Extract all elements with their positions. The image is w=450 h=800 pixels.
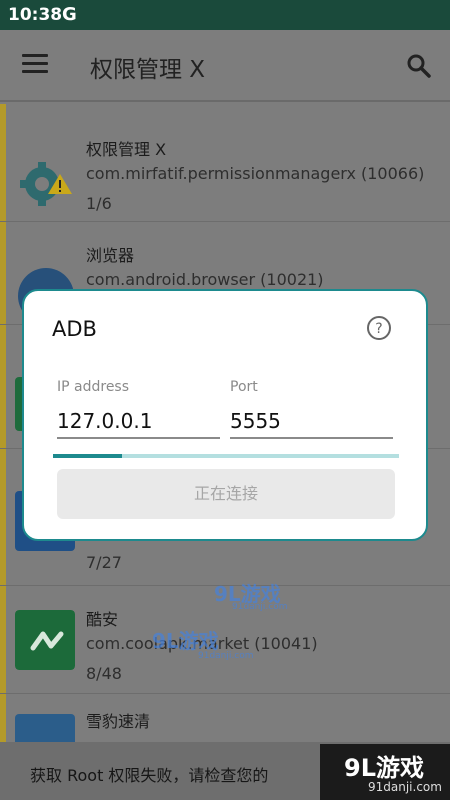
port-underline bbox=[230, 437, 393, 439]
app-name: 雪豹速清 bbox=[86, 712, 151, 731]
watermark-logo: 9L游戏 bbox=[344, 754, 424, 782]
watermark-url: 91danji.com bbox=[198, 651, 254, 661]
coolapk-icon bbox=[15, 610, 75, 670]
ip-address-field[interactable]: 127.0.0.1 bbox=[57, 409, 152, 433]
ip-address-underline bbox=[57, 437, 220, 439]
gear-warning-icon bbox=[20, 162, 72, 206]
status-bar: 10:38 G bbox=[0, 0, 450, 30]
app-permission-count: 8/48 bbox=[86, 664, 122, 683]
help-icon[interactable]: ? bbox=[366, 315, 392, 341]
app-name: 权限管理 X bbox=[86, 140, 167, 159]
port-field[interactable]: 5555 bbox=[230, 409, 281, 433]
search-icon[interactable] bbox=[406, 53, 432, 79]
watermark-logo: 9L游戏 bbox=[152, 629, 219, 653]
cleaner-icon bbox=[15, 714, 75, 744]
app-package: com.mirfatif.permissionmanagerx (10066) bbox=[86, 164, 425, 183]
status-time: 10:38 bbox=[8, 5, 63, 25]
dialog-title: ADB bbox=[52, 317, 97, 341]
port-label: Port bbox=[230, 379, 258, 395]
list-item[interactable]: 雪豹速清 bbox=[0, 694, 450, 744]
connection-progress-bar bbox=[53, 454, 399, 458]
snackbar-message: 获取 Root 权限失败，请检查您的 bbox=[30, 766, 269, 785]
svg-text:?: ? bbox=[375, 321, 382, 337]
list-item[interactable]: 权限管理 X com.mirfatif.permissionmanagerx (… bbox=[0, 116, 450, 222]
app-permission-count: 1/6 bbox=[86, 194, 112, 213]
app-package: com.android.browser (10021) bbox=[86, 270, 324, 289]
app-permission-count: 7/27 bbox=[86, 553, 122, 572]
app-name: 浏览器 bbox=[86, 246, 135, 265]
app-bar: 权限管理 X bbox=[0, 30, 450, 102]
watermark-url: 91danji.com bbox=[368, 780, 442, 794]
app-name: 酷安 bbox=[86, 610, 119, 629]
watermark-url: 91danji.com bbox=[232, 602, 288, 612]
progress-fill bbox=[53, 454, 123, 458]
ip-address-label: IP address bbox=[57, 379, 130, 395]
connect-button[interactable]: 正在连接 bbox=[57, 469, 395, 519]
page-title: 权限管理 X bbox=[90, 57, 206, 83]
google-notification-icon: G bbox=[62, 4, 77, 25]
adb-dialog: ADB ? IP address 127.0.0.1 Port 5555 正在连… bbox=[22, 289, 428, 541]
menu-icon[interactable] bbox=[22, 54, 48, 74]
